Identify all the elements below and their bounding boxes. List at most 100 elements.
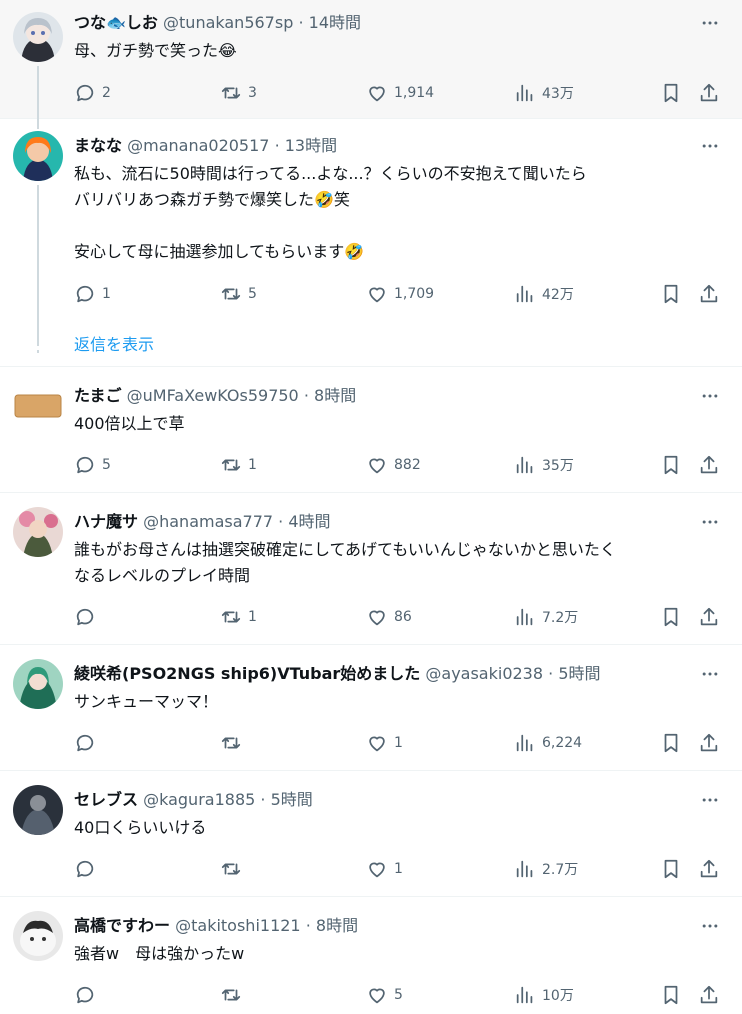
share-button[interactable] — [698, 282, 720, 306]
reply-button[interactable]: 1 — [74, 282, 111, 306]
like-button[interactable]: 5 — [366, 983, 403, 1007]
share-button[interactable] — [698, 453, 720, 477]
views-button[interactable]: 7.2万 — [514, 605, 578, 629]
display-name[interactable]: たまご — [74, 386, 122, 405]
handle[interactable]: @uMFaXewKOs59750 — [127, 386, 299, 405]
tweet[interactable]: ハナ魔サ @hanamasa777 · 4時間 誰もがお母さんは抽選突破確定にし… — [0, 493, 742, 645]
timestamp[interactable]: 13時間 — [285, 136, 337, 155]
views-button[interactable]: 2.7万 — [514, 857, 578, 881]
share-button[interactable] — [698, 731, 720, 755]
display-name[interactable]: 綾咲希(PSO2NGS ship6)VTubar始めました — [74, 664, 420, 683]
retweet-button[interactable]: 5 — [220, 282, 257, 306]
views-button[interactable]: 6,224 — [514, 731, 582, 755]
action-bar: 1 86 7.2万 — [74, 605, 722, 629]
avatar[interactable] — [13, 381, 63, 431]
heart-icon — [369, 862, 385, 878]
more-icon[interactable] — [698, 13, 722, 33]
avatar[interactable] — [13, 12, 63, 62]
views-button[interactable]: 10万 — [514, 983, 574, 1007]
more-icon[interactable] — [698, 386, 722, 406]
avatar[interactable] — [13, 659, 63, 709]
handle[interactable]: @kagura1885 — [143, 790, 255, 809]
bookmark-button[interactable] — [660, 282, 682, 306]
reply-button[interactable] — [74, 605, 102, 629]
more-icon[interactable] — [698, 512, 722, 532]
like-count: 1 — [394, 861, 403, 877]
bookmark-button[interactable] — [660, 983, 682, 1007]
handle[interactable]: @ayasaki0238 — [425, 664, 543, 683]
bookmark-button[interactable] — [660, 81, 682, 105]
retweet-button[interactable] — [220, 983, 248, 1007]
handle[interactable]: @takitoshi1121 — [175, 916, 301, 935]
timestamp[interactable]: 5時間 — [271, 790, 313, 809]
views-icon — [516, 860, 533, 878]
share-button[interactable] — [698, 81, 720, 105]
more-icon[interactable] — [698, 136, 722, 156]
like-button[interactable]: 1 — [366, 731, 403, 755]
like-count: 1,709 — [394, 286, 435, 302]
display-name[interactable]: つな🐟しお — [74, 13, 158, 32]
handle[interactable]: @manana020517 — [127, 136, 269, 155]
timestamp[interactable]: 8時間 — [314, 386, 356, 405]
tweet-text: 400倍以上で草 — [74, 414, 185, 433]
bookmark-icon — [664, 859, 678, 879]
like-button[interactable]: 882 — [366, 453, 421, 477]
bookmark-button[interactable] — [660, 857, 682, 881]
dot-separator: · — [305, 916, 311, 935]
heart-icon — [369, 458, 385, 474]
timestamp[interactable]: 8時間 — [316, 916, 358, 935]
display-name[interactable]: 高橋ですわー — [74, 916, 170, 935]
views-icon — [516, 84, 533, 102]
like-button[interactable]: 1,709 — [366, 282, 434, 306]
like-button[interactable]: 1,914 — [366, 81, 434, 105]
show-replies-link[interactable]: 返信を表示 — [74, 331, 154, 355]
like-button[interactable]: 86 — [366, 605, 412, 629]
reply-button[interactable] — [74, 983, 102, 1007]
like-button[interactable]: 1 — [366, 857, 403, 881]
retweet-button[interactable]: 1 — [220, 453, 257, 477]
handle[interactable]: @tunakan567sp — [163, 13, 293, 32]
reply-button[interactable] — [74, 857, 102, 881]
retweet-button[interactable] — [220, 857, 248, 881]
avatar[interactable] — [13, 785, 63, 835]
retweet-button[interactable]: 3 — [220, 81, 257, 105]
avatar[interactable] — [13, 911, 63, 961]
tweet[interactable]: セレブス @kagura1885 · 5時間 40口くらいいける 1 2.7万 — [0, 771, 742, 897]
more-icon[interactable] — [698, 790, 722, 810]
more-icon[interactable] — [698, 664, 722, 684]
tweet[interactable]: たまご @uMFaXewKOs59750 · 8時間 400倍以上で草 5 1 … — [0, 367, 742, 493]
views-button[interactable]: 43万 — [514, 81, 574, 105]
display-name[interactable]: ハナ魔サ — [74, 512, 138, 531]
tweet[interactable]: まなな @manana020517 · 13時間 私も、流石に50時間は行ってる… — [0, 119, 742, 367]
views-button[interactable]: 42万 — [514, 282, 574, 306]
like-count: 1,914 — [394, 85, 435, 101]
share-button[interactable] — [698, 983, 720, 1007]
avatar[interactable] — [13, 507, 63, 557]
display-name[interactable]: まなな — [74, 136, 122, 155]
share-button[interactable] — [698, 857, 720, 881]
views-button[interactable]: 35万 — [514, 453, 574, 477]
avatar[interactable] — [13, 131, 63, 181]
bookmark-button[interactable] — [660, 731, 682, 755]
bookmark-button[interactable] — [660, 605, 682, 629]
timestamp[interactable]: 4時間 — [288, 512, 330, 531]
retweet-button[interactable] — [220, 731, 248, 755]
more-icon[interactable] — [698, 916, 722, 936]
bookmark-button[interactable] — [660, 453, 682, 477]
handle[interactable]: @hanamasa777 — [143, 512, 273, 531]
reply-button[interactable]: 5 — [74, 453, 111, 477]
reply-count: 1 — [102, 286, 111, 302]
tweet[interactable]: 高橋ですわー @takitoshi1121 · 8時間 強者w 母は強かったw … — [0, 897, 742, 1014]
dot-separator: · — [278, 512, 284, 531]
action-bar: 1 5 1,709 42万 — [74, 282, 722, 306]
tweet[interactable]: つな🐟しお @tunakan567sp · 14時間 母、ガチ勢で笑った😂 2 … — [0, 0, 742, 119]
tweet[interactable]: 綾咲希(PSO2NGS ship6)VTubar始めました @ayasaki02… — [0, 645, 742, 771]
share-button[interactable] — [698, 605, 720, 629]
bookmark-icon — [664, 733, 678, 753]
reply-button[interactable]: 2 — [74, 81, 111, 105]
display-name[interactable]: セレブス — [74, 790, 138, 809]
reply-button[interactable] — [74, 731, 102, 755]
timestamp[interactable]: 14時間 — [309, 13, 361, 32]
timestamp[interactable]: 5時間 — [558, 664, 600, 683]
retweet-button[interactable]: 1 — [220, 605, 257, 629]
